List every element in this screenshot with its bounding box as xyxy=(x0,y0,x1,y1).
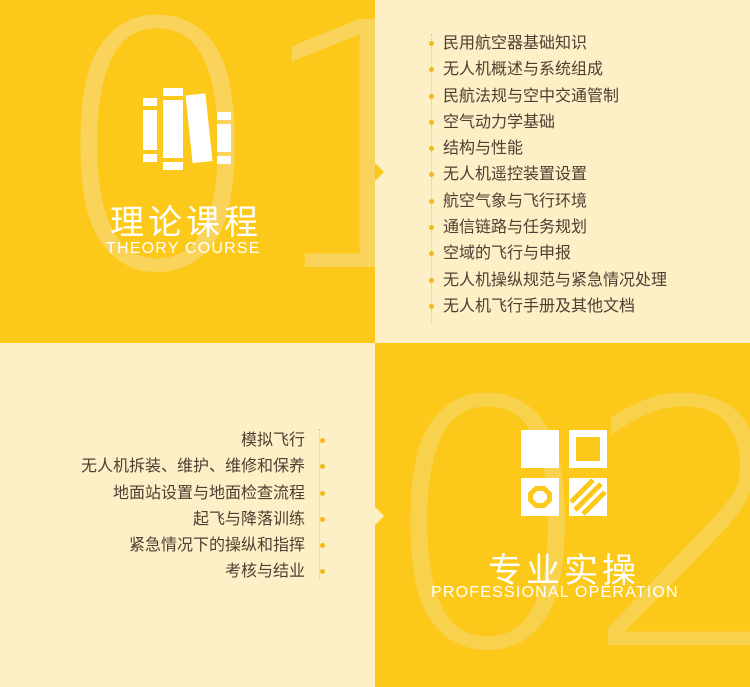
list-item: 无人机操纵规范与紧急情况处理 xyxy=(429,267,667,293)
list-item: 结构与性能 xyxy=(429,135,667,161)
list-item: 空气动力学基础 xyxy=(429,109,667,135)
list-item: 起飞与降落训练 xyxy=(81,506,326,532)
practice-subtitle: PROFESSIONAL OPERATION xyxy=(431,584,679,601)
list-item: 空域的飞行与申报 xyxy=(429,240,667,266)
list-item: 通信链路与任务规划 xyxy=(429,214,667,240)
panel-notch xyxy=(375,507,384,525)
list-item: 地面站设置与地面检查流程 xyxy=(81,480,326,506)
list-item: 民用航空器基础知识 xyxy=(429,30,667,56)
list-item: 紧急情况下的操纵和指挥 xyxy=(81,532,326,558)
list-item: 模拟飞行 xyxy=(81,427,326,453)
practice-panel: 02 专业实操 PROFESSIONAL OPERATION xyxy=(375,343,750,687)
list-item: 无人机概述与系统组成 xyxy=(429,56,667,82)
theory-title: 理论课程 xyxy=(110,203,262,243)
books-icon xyxy=(143,88,231,170)
list-item: 民航法规与空中交通管制 xyxy=(429,83,667,109)
practice-item-list: 模拟飞行 无人机拆装、维护、维修和保养 地面站设置与地面检查流程 起飞与降落训练… xyxy=(81,427,326,585)
practice-list-panel: 模拟飞行 无人机拆装、维护、维修和保养 地面站设置与地面检查流程 起飞与降落训练… xyxy=(0,343,375,687)
grid-tiles-icon xyxy=(521,430,607,516)
theory-subtitle: THEORY COURSE xyxy=(106,240,261,257)
list-item: 无人机飞行手册及其他文档 xyxy=(429,293,667,319)
panel-notch xyxy=(375,163,384,181)
list-item: 航空气象与飞行环境 xyxy=(429,188,667,214)
theory-course-panel: 01 理论课程 THEORY COURSE xyxy=(0,0,375,343)
list-item: 无人机拆装、维护、维修和保养 xyxy=(81,453,326,479)
practice-section-number: 02 xyxy=(380,343,750,687)
theory-list-panel: 民用航空器基础知识 无人机概述与系统组成 民航法规与空中交通管制 空气动力学基础… xyxy=(375,0,750,343)
list-item: 考核与结业 xyxy=(81,558,326,584)
list-item: 无人机遥控装置设置 xyxy=(429,161,667,187)
theory-item-list: 民用航空器基础知识 无人机概述与系统组成 民航法规与空中交通管制 空气动力学基础… xyxy=(429,30,667,319)
